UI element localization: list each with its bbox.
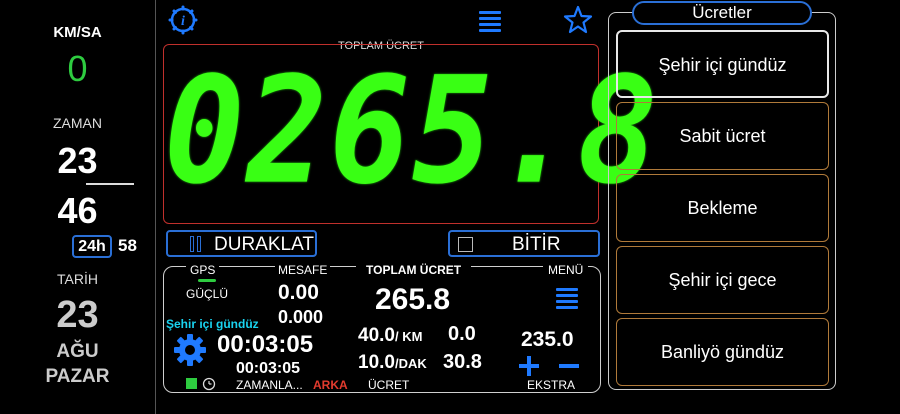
total-fare-value: 265.8 (375, 283, 451, 316)
plus-icon[interactable] (517, 354, 541, 378)
distance-sub: 0.000 (278, 307, 324, 327)
panel-menu-icon[interactable] (556, 285, 578, 317)
rate-per-minute-value: 10.0 (358, 352, 395, 373)
time-format-toggle[interactable]: 24h (72, 235, 112, 258)
fare-distance: 0.0 (448, 323, 476, 345)
info-icon[interactable]: i (168, 5, 198, 35)
tariff-item[interactable]: Şehir içi gündüz (616, 30, 829, 98)
gps-signal-bar (198, 279, 216, 282)
elapsed-time-main: 00:03:05 (217, 331, 314, 358)
fare-display: 0265.8 (163, 44, 661, 224)
clock-hour: 23 (57, 140, 98, 181)
extra-label: EKSTRA (527, 378, 576, 392)
gps-status: GÜÇLÜ (186, 287, 229, 301)
distance-main: 0.00 (278, 281, 319, 304)
top-menu-icon[interactable] (479, 8, 501, 40)
pause-icon-bar-right (197, 236, 201, 252)
fare-time: 30.8 (443, 351, 482, 373)
settings-gear-icon[interactable] (173, 333, 207, 367)
total-fare-label: TOPLAM ÜCRET (356, 263, 472, 277)
tariffs-title: Ücretler (632, 1, 812, 25)
speed-label: KM/SA (53, 24, 102, 41)
speed-value: 0 (67, 48, 88, 89)
rate-per-minute-unit: /DAK (394, 356, 427, 371)
fare-display-digits: 0265.8 (164, 45, 661, 217)
tariff-item[interactable]: Bekleme (616, 174, 829, 242)
back-label[interactable]: ARKA (313, 378, 348, 392)
timer-status-square (186, 378, 197, 389)
favorite-star-icon[interactable] (563, 5, 593, 35)
active-tariff-name: Şehir içi gündüz (166, 317, 259, 331)
svg-text:i: i (181, 14, 185, 29)
tariff-item[interactable]: Şehir içi gece (616, 246, 829, 314)
pause-icon-bar-left (190, 236, 194, 252)
extra-value: 235.0 (521, 328, 574, 351)
tariff-item[interactable]: Sabit ücret (616, 102, 829, 170)
rate-per-minute: 10.0/DAK (358, 352, 427, 374)
elapsed-time-sub: 00:03:05 (236, 360, 301, 377)
clock-divider (86, 183, 134, 185)
menu-label: MENÜ (543, 263, 589, 277)
time-label: ZAMAN (53, 115, 102, 131)
pause-button[interactable]: DURAKLAT (166, 230, 317, 257)
rate-per-km: 40.0/ KM (358, 325, 422, 347)
rate-per-km-value: 40.0 (358, 325, 395, 346)
stop-icon (458, 237, 473, 252)
rate-per-km-unit: / KM (394, 329, 423, 344)
timer-mode-label[interactable]: ZAMANLA... (236, 378, 303, 392)
left-status-column: KM/SA 0 ZAMAN 23 46 24h 58 TARİH 23 AĞU … (0, 0, 156, 414)
clock-icon (202, 377, 216, 391)
minus-icon[interactable] (557, 354, 581, 378)
fare-label: ÜCRET (368, 378, 410, 392)
tariff-item[interactable]: Banliyö gündüz (616, 318, 829, 386)
date-day: 23 (56, 294, 99, 336)
gps-label: GPS (186, 263, 220, 277)
date-label: TARİH (57, 271, 98, 287)
clock-minute: 46 (57, 190, 98, 231)
pause-button-label: DURAKLAT (214, 234, 314, 255)
finish-button[interactable]: BİTİR (448, 230, 600, 257)
distance-label: MESAFE (275, 263, 331, 277)
finish-button-label: BİTİR (512, 234, 561, 255)
date-month: AĞU (56, 341, 99, 362)
date-weekday: PAZAR (45, 366, 110, 387)
clock-seconds: 58 (118, 236, 137, 255)
